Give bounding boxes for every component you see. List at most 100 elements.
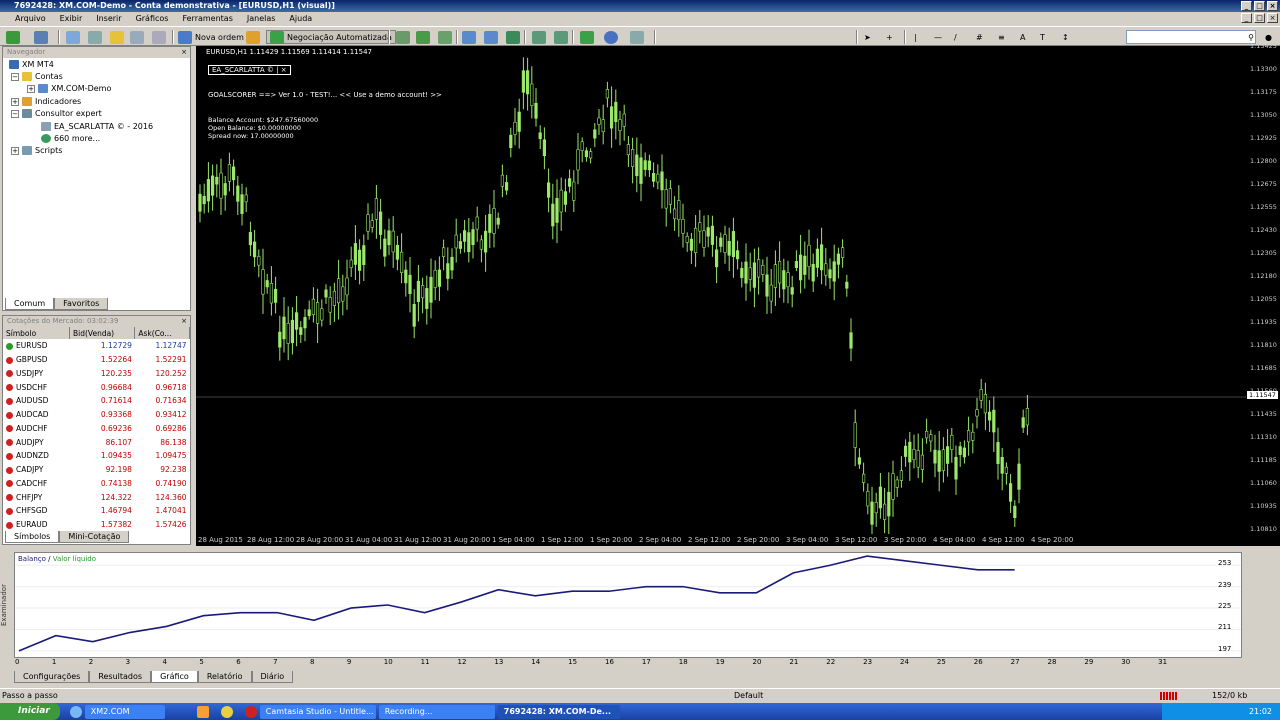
browser-icon[interactable] <box>69 705 82 718</box>
expand-icon[interactable]: + <box>11 97 19 106</box>
market-row[interactable]: AUDNZD 1.09435 1.09475 <box>3 449 190 463</box>
market-row[interactable]: USDJPY 120.235 120.252 <box>3 367 190 381</box>
candle-body <box>895 479 899 488</box>
market-watch-close-icon[interactable]: × <box>181 316 187 327</box>
strategy-tester-button[interactable] <box>152 30 169 44</box>
tab-diario[interactable]: Diário <box>251 671 294 683</box>
autoscroll-button[interactable] <box>532 30 549 44</box>
vertical-line-button[interactable]: | <box>914 30 917 44</box>
new-order-button[interactable]: Nova ordem <box>178 30 244 44</box>
menu-inserir[interactable]: Inserir <box>89 14 128 23</box>
collapse-icon[interactable]: − <box>11 109 19 118</box>
maximize-button[interactable]: □ <box>1254 1 1265 11</box>
minimize-button[interactable]: _ <box>1241 1 1252 11</box>
auto-trading-button[interactable]: Negociação Automatizada <box>266 30 396 44</box>
trendline-button[interactable]: / <box>954 30 957 44</box>
tab-relatorio[interactable]: Relatório <box>197 671 252 683</box>
market-watch-button[interactable] <box>66 30 83 44</box>
market-row[interactable]: CADCHF 0.74138 0.74190 <box>3 477 190 491</box>
tree-scripts[interactable]: + Scripts <box>11 146 62 155</box>
market-row[interactable]: USDCHF 0.96684 0.96718 <box>3 380 190 394</box>
tab-grafico[interactable]: Gráfico <box>151 671 198 683</box>
ea-label[interactable]: EA_SCARLATTA © | × <box>208 65 291 75</box>
down-arrow-icon <box>6 507 13 515</box>
horizontal-line-button[interactable]: — <box>934 30 942 44</box>
tab-favoritos[interactable]: Favoritos <box>54 298 109 310</box>
chrome-icon[interactable] <box>220 705 233 718</box>
task-camtasia[interactable]: Camtasia Studio - Untitle... <box>259 704 376 719</box>
close-button[interactable]: × <box>1267 1 1278 11</box>
periods-button[interactable] <box>604 30 621 44</box>
data-window-button[interactable] <box>88 30 105 44</box>
search-input[interactable] <box>1126 30 1256 44</box>
market-row[interactable]: AUDJPY 86.107 86.138 <box>3 435 190 449</box>
zoom-in-button[interactable] <box>462 30 479 44</box>
navigator-close-icon[interactable]: × <box>181 47 187 58</box>
text-label-button[interactable]: T <box>1040 30 1045 44</box>
child-minimize-button[interactable]: _ <box>1241 13 1252 23</box>
market-row[interactable]: AUDCHF 0.69236 0.69286 <box>3 422 190 436</box>
candlestick-button[interactable] <box>416 30 433 44</box>
zoom-out-button[interactable] <box>484 30 501 44</box>
terminal-button[interactable] <box>130 30 147 44</box>
text-button[interactable]: A <box>1020 30 1025 44</box>
col-symbol[interactable]: Símbolo <box>3 327 70 339</box>
channel-button[interactable]: # <box>976 30 983 44</box>
tab-configuracoes[interactable]: Configurações <box>14 671 90 683</box>
tree-indicadores[interactable]: + Indicadores <box>11 97 81 106</box>
market-row[interactable]: AUDUSD 0.71614 0.71634 <box>3 394 190 408</box>
tree-root-mt4[interactable]: XM MT4 <box>9 60 54 69</box>
tree-more[interactable]: 660 more... <box>41 134 100 143</box>
cursor-button[interactable]: ➤ <box>864 30 871 44</box>
tree-consultor-expert[interactable]: − Consultor expert <box>11 109 102 118</box>
tree-account-xm[interactable]: + XM.COM-Demo <box>27 84 111 93</box>
menu-ajuda[interactable]: Ajuda <box>282 14 319 23</box>
menu-janelas[interactable]: Janelas <box>240 14 283 23</box>
crosshair-button[interactable]: + <box>886 30 893 44</box>
expand-icon[interactable]: + <box>11 146 19 155</box>
expand-icon[interactable]: + <box>27 84 35 93</box>
record-icon[interactable] <box>244 705 257 718</box>
market-row[interactable]: CHFJPY 124.322 124.360 <box>3 490 190 504</box>
market-row[interactable]: EURAUD 1.57382 1.57426 <box>3 518 190 532</box>
menu-graficos[interactable]: Gráficos <box>129 14 176 23</box>
templates-button[interactable] <box>630 30 647 44</box>
col-ask[interactable]: Ask(Co... <box>134 327 190 339</box>
tab-simbolos[interactable]: Símbolos <box>5 531 60 543</box>
market-row[interactable]: CHFSGD 1.46794 1.47041 <box>3 504 190 518</box>
tab-mini-cotacao[interactable]: Mini-Cotação <box>59 531 130 543</box>
arrows-button[interactable]: ↕ <box>1062 30 1069 44</box>
bar-chart-button[interactable] <box>396 30 413 44</box>
menu-arquivo[interactable]: Arquivo <box>8 14 53 23</box>
market-row[interactable]: EURUSD 1.12729 1.12747 <box>3 339 190 353</box>
menu-ferramentas[interactable]: Ferramentas <box>175 14 239 23</box>
task-recording[interactable]: Recording... <box>378 704 495 719</box>
col-bid[interactable]: Bid(Venda) <box>69 327 136 339</box>
navigator-button[interactable] <box>110 30 127 44</box>
chart-shift-button[interactable] <box>554 30 571 44</box>
profiles-button[interactable] <box>34 30 51 44</box>
tree-ea-scarlatta[interactable]: EA_SCARLATTA © - 2016 <box>41 122 153 131</box>
line-chart-button[interactable] <box>438 30 455 44</box>
child-restore-button[interactable]: □ <box>1254 13 1265 23</box>
fibonacci-button[interactable]: ≡ <box>998 30 1005 44</box>
market-row[interactable]: CADJPY 92.198 92.238 <box>3 463 190 477</box>
task-mt4[interactable]: 7692428: XM.COM-De... <box>497 704 620 719</box>
start-button[interactable]: Iniciar <box>0 703 60 720</box>
data-window-icon <box>88 30 102 44</box>
indicators-button[interactable] <box>580 30 597 44</box>
task-xm2[interactable]: XM2.COM <box>84 704 165 719</box>
child-close-button[interactable]: × <box>1267 13 1278 23</box>
tree-contas[interactable]: − Contas <box>11 72 63 81</box>
price-chart[interactable]: EURUSD,H1 1.11429 1.11569 1.11414 1.1154… <box>196 46 1246 544</box>
media-icon[interactable] <box>196 705 209 718</box>
tile-windows-button[interactable] <box>506 30 523 44</box>
tab-comum[interactable]: Comum <box>5 298 55 310</box>
market-row[interactable]: AUDCAD 0.93368 0.93412 <box>3 408 190 422</box>
metaeditor-button[interactable] <box>246 30 263 44</box>
menu-exibir[interactable]: Exibir <box>53 14 90 23</box>
collapse-icon[interactable]: − <box>11 72 19 81</box>
market-row[interactable]: GBPUSD 1.52264 1.52291 <box>3 353 190 367</box>
tab-resultados[interactable]: Resultados <box>89 671 152 683</box>
new-chart-button[interactable] <box>6 30 23 44</box>
